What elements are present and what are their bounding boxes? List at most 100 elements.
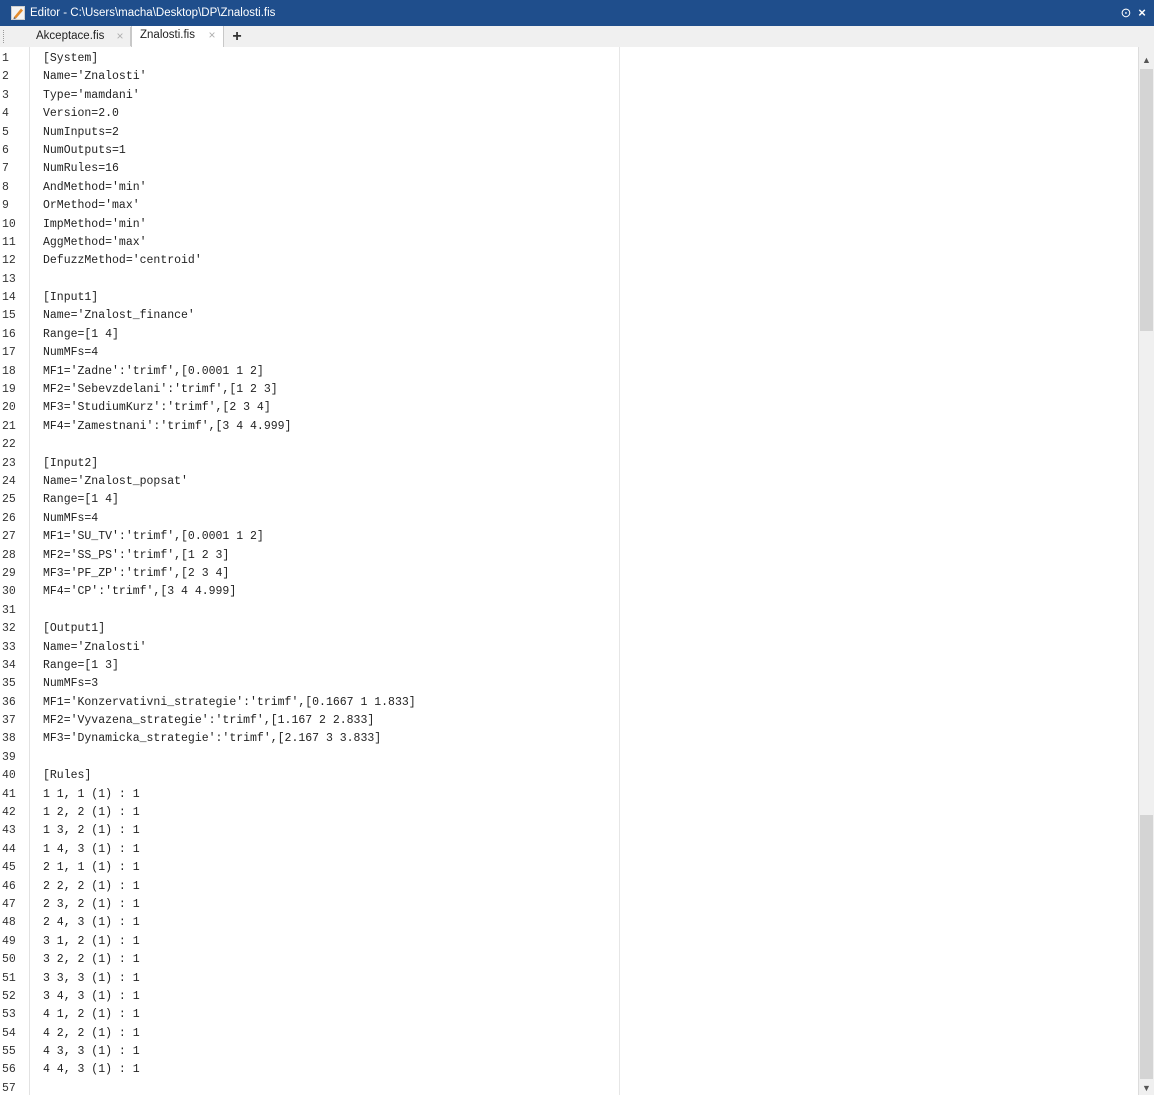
code-line[interactable]: 55 4 3, 3 (1) : 1 (0, 1043, 1138, 1061)
code-line[interactable]: 37 MF2='Vyvazena_strategie':'trimf',[1.16… (0, 712, 1138, 730)
code-line[interactable]: 45 2 1, 1 (1) : 1 (0, 859, 1138, 877)
code-text[interactable]: Range=[1 3] (43, 657, 119, 675)
code-text[interactable]: MF2='Vyvazena_strategie':'trimf',[1.167 … (43, 712, 374, 730)
code-line[interactable]: 34 Range=[1 3] (0, 657, 1138, 675)
code-line[interactable]: 32 [Output1] (0, 620, 1138, 638)
code-line[interactable]: 46 2 2, 2 (1) : 1 (0, 878, 1138, 896)
code-text[interactable]: Name='Znalost_popsat' (43, 473, 188, 491)
code-line[interactable]: 22 (0, 436, 1138, 454)
code-line[interactable]: 41 1 1, 1 (1) : 1 (0, 786, 1138, 804)
code-line[interactable]: 49 3 1, 2 (1) : 1 (0, 933, 1138, 951)
code-text[interactable]: MF1='SU_TV':'trimf',[0.0001 1 2] (43, 528, 264, 546)
code-line[interactable]: 31 (0, 602, 1138, 620)
code-text[interactable]: 4 2, 2 (1) : 1 (43, 1025, 140, 1043)
code-text[interactable]: NumMFs=4 (43, 344, 98, 362)
code-line[interactable]: 33 Name='Znalosti' (0, 639, 1138, 657)
code-line[interactable]: 1 [System] (0, 50, 1138, 68)
code-text[interactable]: 4 4, 3 (1) : 1 (43, 1061, 140, 1079)
code-text[interactable]: MF3='PF_ZP':'trimf',[2 3 4] (43, 565, 229, 583)
code-line[interactable]: 5 NumInputs=2 (0, 124, 1138, 142)
code-text[interactable]: MF3='StudiumKurz':'trimf',[2 3 4] (43, 399, 271, 417)
code-line[interactable]: 56 4 4, 3 (1) : 1 (0, 1061, 1138, 1079)
vertical-scrollbar[interactable]: ▲ ▼ (1138, 47, 1154, 1095)
code-text[interactable]: Name='Znalosti' (43, 68, 147, 86)
code-text[interactable]: NumMFs=4 (43, 510, 98, 528)
code-text[interactable]: ImpMethod='min' (43, 216, 147, 234)
code-text[interactable]: 1 1, 1 (1) : 1 (43, 786, 140, 804)
code-text[interactable]: MF2='SS_PS':'trimf',[1 2 3] (43, 547, 229, 565)
code-line[interactable]: 23 [Input2] (0, 455, 1138, 473)
code-line[interactable]: 6 NumOutputs=1 (0, 142, 1138, 160)
code-text[interactable]: MF2='Sebevzdelani':'trimf',[1 2 3] (43, 381, 278, 399)
code-line[interactable]: 39 (0, 749, 1138, 767)
code-text[interactable]: AggMethod='max' (43, 234, 147, 252)
code-line[interactable]: 38 MF3='Dynamicka_strategie':'trimf',[2.1… (0, 730, 1138, 748)
code-line[interactable]: 18 MF1='Zadne':'trimf',[0.0001 1 2] (0, 363, 1138, 381)
code-text[interactable]: NumMFs=3 (43, 675, 98, 693)
code-line[interactable]: 30 MF4='CP':'trimf',[3 4 4.999] (0, 583, 1138, 601)
code-text[interactable]: 1 3, 2 (1) : 1 (43, 822, 140, 840)
code-line[interactable]: 11 AggMethod='max' (0, 234, 1138, 252)
code-text[interactable]: 1 2, 2 (1) : 1 (43, 804, 140, 822)
code-line[interactable]: 40 [Rules] (0, 767, 1138, 785)
code-line[interactable]: 42 1 2, 2 (1) : 1 (0, 804, 1138, 822)
code-line[interactable]: 13 (0, 271, 1138, 289)
code-text[interactable]: Version=2.0 (43, 105, 119, 123)
code-text[interactable]: Range=[1 4] (43, 491, 119, 509)
code-line[interactable]: 47 2 3, 2 (1) : 1 (0, 896, 1138, 914)
code-text[interactable]: 1 4, 3 (1) : 1 (43, 841, 140, 859)
scroll-down-arrow-icon[interactable]: ▼ (1139, 1081, 1154, 1095)
tab-close-icon[interactable]: × (206, 28, 218, 42)
code-line[interactable]: 4 Version=2.0 (0, 105, 1138, 123)
tab-close-icon[interactable]: × (114, 29, 126, 43)
tab-znalosti[interactable]: Znalosti.fis × (131, 26, 224, 47)
code-line[interactable]: 15 Name='Znalost_finance' (0, 307, 1138, 325)
code-text[interactable]: [System] (43, 50, 98, 68)
code-line[interactable]: 57 (0, 1080, 1138, 1098)
code-text[interactable]: Range=[1 4] (43, 326, 119, 344)
code-text[interactable]: 2 4, 3 (1) : 1 (43, 914, 140, 932)
code-text[interactable]: AndMethod='min' (43, 179, 147, 197)
code-text[interactable]: [Input1] (43, 289, 98, 307)
code-line[interactable]: 36 MF1='Konzervativni_strategie':'trimf',… (0, 694, 1138, 712)
code-text[interactable]: [Input2] (43, 455, 98, 473)
code-line[interactable]: 52 3 4, 3 (1) : 1 (0, 988, 1138, 1006)
code-line[interactable]: 26 NumMFs=4 (0, 510, 1138, 528)
code-line[interactable]: 54 4 2, 2 (1) : 1 (0, 1025, 1138, 1043)
code-line[interactable]: 48 2 4, 3 (1) : 1 (0, 914, 1138, 932)
code-line[interactable]: 8 AndMethod='min' (0, 179, 1138, 197)
options-menu-icon[interactable]: ⊙ (1119, 5, 1133, 21)
code-line[interactable]: 27 MF1='SU_TV':'trimf',[0.0001 1 2] (0, 528, 1138, 546)
close-icon[interactable]: × (1135, 5, 1149, 21)
scroll-up-arrow-icon[interactable]: ▲ (1139, 53, 1154, 67)
code-line[interactable]: 29 MF3='PF_ZP':'trimf',[2 3 4] (0, 565, 1138, 583)
code-text[interactable]: 2 2, 2 (1) : 1 (43, 878, 140, 896)
code-line[interactable]: 3 Type='mamdani' (0, 87, 1138, 105)
code-line[interactable]: 9 OrMethod='max' (0, 197, 1138, 215)
code-line[interactable]: 2 Name='Znalosti' (0, 68, 1138, 86)
code-line[interactable]: 43 1 3, 2 (1) : 1 (0, 822, 1138, 840)
code-line[interactable]: 19 MF2='Sebevzdelani':'trimf',[1 2 3] (0, 381, 1138, 399)
code-line[interactable]: 28 MF2='SS_PS':'trimf',[1 2 3] (0, 547, 1138, 565)
code-line[interactable]: 10 ImpMethod='min' (0, 216, 1138, 234)
code-text[interactable]: NumRules=16 (43, 160, 119, 178)
code-line[interactable]: 7 NumRules=16 (0, 160, 1138, 178)
code-line[interactable]: 50 3 2, 2 (1) : 1 (0, 951, 1138, 969)
code-text[interactable]: Name='Znalosti' (43, 639, 147, 657)
code-text[interactable]: MF1='Konzervativni_strategie':'trimf',[0… (43, 694, 416, 712)
code-line[interactable]: 21 MF4='Zamestnani':'trimf',[3 4 4.999] (0, 418, 1138, 436)
code-text[interactable]: OrMethod='max' (43, 197, 140, 215)
code-text[interactable]: 4 3, 3 (1) : 1 (43, 1043, 140, 1061)
code-text[interactable]: 3 4, 3 (1) : 1 (43, 988, 140, 1006)
code-text[interactable]: Type='mamdani' (43, 87, 140, 105)
code-text[interactable]: 3 1, 2 (1) : 1 (43, 933, 140, 951)
code-line[interactable]: 53 4 1, 2 (1) : 1 (0, 1006, 1138, 1024)
add-tab-button[interactable]: + (227, 28, 247, 45)
code-line[interactable]: 51 3 3, 3 (1) : 1 (0, 970, 1138, 988)
code-line[interactable]: 25 Range=[1 4] (0, 491, 1138, 509)
code-line[interactable]: 35 NumMFs=3 (0, 675, 1138, 693)
scrollbar-track-lower[interactable] (1140, 815, 1153, 1079)
code-text[interactable]: Name='Znalost_finance' (43, 307, 195, 325)
code-text[interactable]: MF3='Dynamicka_strategie':'trimf',[2.167… (43, 730, 381, 748)
code-text[interactable]: 3 3, 3 (1) : 1 (43, 970, 140, 988)
